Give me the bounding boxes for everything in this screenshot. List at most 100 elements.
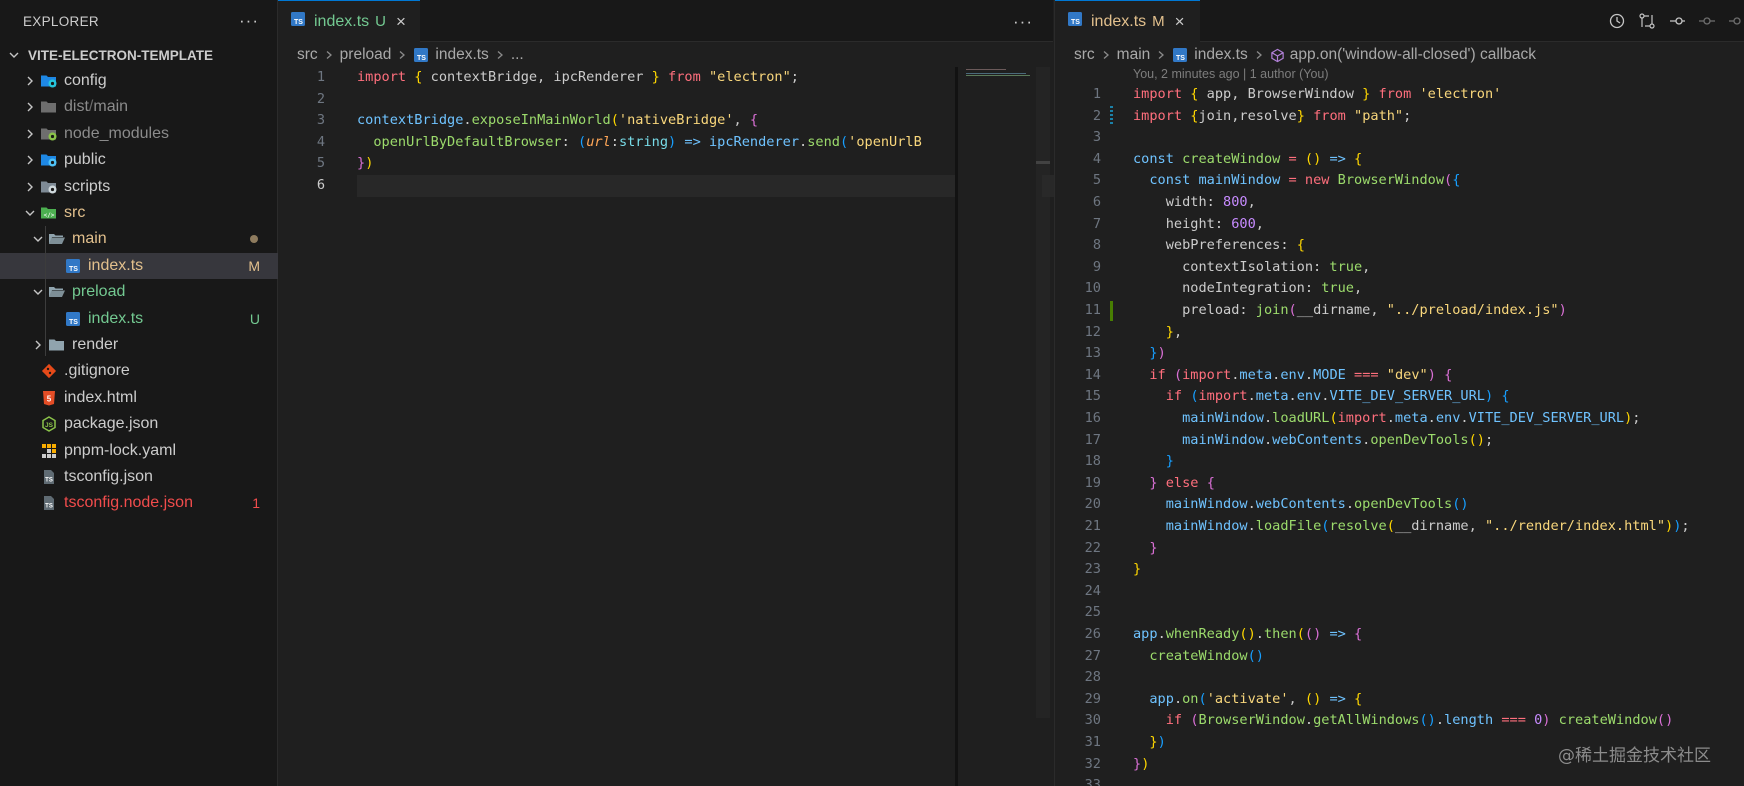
code-line[interactable]: contextBridge.exposeInMainWorld('nativeB… <box>357 110 758 132</box>
tree-item[interactable]: TS tsconfig.json <box>0 464 278 490</box>
breadcrumb-item[interactable]: src <box>1074 46 1095 64</box>
tree-item[interactable]: pnpm-lock.yaml <box>0 438 278 464</box>
editor-more-actions-icon[interactable]: ··· <box>1013 12 1033 32</box>
line-number: 5 <box>316 155 325 172</box>
code-token: __dirname, <box>1296 302 1387 318</box>
code-token: { <box>1296 237 1305 254</box>
chevron-right-icon[interactable] <box>22 101 38 113</box>
tree-item[interactable]: scripts <box>0 174 278 200</box>
tree-item[interactable]: TS index.ts U <box>0 306 278 332</box>
tree-item[interactable]: preload <box>0 279 278 305</box>
tree-item-label: node_modules <box>64 124 169 142</box>
tree-item[interactable]: public <box>0 147 278 173</box>
symbol-method-icon <box>1270 48 1285 63</box>
previous-change-icon[interactable] <box>1697 11 1717 31</box>
code-token: => <box>1329 626 1346 642</box>
code-line[interactable]: import { contextBridge, ipcRenderer } fr… <box>357 67 799 89</box>
next-change-icon[interactable] <box>1727 11 1744 31</box>
code-token: 'electron' <box>1419 86 1502 102</box>
breadcrumb-chevron-icon <box>324 48 334 63</box>
chevron-down-icon[interactable] <box>30 233 46 245</box>
code-token: ( <box>1444 172 1453 189</box>
explorer-more-actions-icon[interactable]: ··· <box>239 12 259 29</box>
code-token: () <box>1452 496 1469 513</box>
close-tab-icon[interactable]: × <box>396 12 406 32</box>
tree-item[interactable]: config <box>0 68 278 94</box>
code-token: ipcRenderer <box>708 133 800 150</box>
code-token: contextBridge, ipcRenderer <box>422 69 652 85</box>
folder-open-icon <box>48 283 66 301</box>
tree-item[interactable]: dist / main <box>0 94 278 120</box>
svg-text:TS: TS <box>1176 55 1185 62</box>
breadcrumb-item[interactable]: ... <box>511 46 524 64</box>
tree-item[interactable]: </> src <box>0 200 278 226</box>
tree-item[interactable]: node_modules <box>0 121 278 147</box>
breadcrumb-chevron-icon <box>1254 48 1264 63</box>
code-area[interactable]: import { contextBridge, ipcRenderer } fr… <box>357 67 1233 767</box>
tab-main-index-ts[interactable]: TS index.ts M × <box>1055 0 1200 42</box>
code-token: { <box>1354 690 1363 707</box>
code-line[interactable]: openUrlByDefaultBrowser: (url:string) =>… <box>357 132 921 154</box>
code-token: () <box>1468 431 1485 448</box>
chevron-down-icon[interactable] <box>30 286 46 298</box>
tree-item[interactable]: .gitignore <box>0 358 278 384</box>
breadcrumb-item[interactable]: src <box>297 46 318 64</box>
breadcrumb-item[interactable]: index.ts <box>435 46 488 64</box>
tree-item[interactable]: 5 index.html <box>0 385 278 411</box>
project-root-row[interactable]: VITE-ELECTRON-TEMPLATE <box>0 42 277 68</box>
timeline-history-icon[interactable] <box>1607 11 1627 31</box>
indent-guide <box>45 278 46 304</box>
chevron-right-icon[interactable] <box>22 181 38 193</box>
chevron-down-icon[interactable] <box>22 207 38 219</box>
tree-item[interactable]: JS package.json <box>0 411 278 437</box>
typescript-file-icon: TS <box>1067 11 1083 32</box>
code-token: () <box>1419 712 1436 729</box>
code-token: . <box>1386 410 1395 426</box>
code-token: length <box>1444 712 1494 729</box>
code-line[interactable]: }) <box>357 153 373 175</box>
breadcrumb-item[interactable]: preload <box>340 46 392 64</box>
tree-item-label: package.json <box>64 415 159 433</box>
chevron-right-icon[interactable] <box>30 339 46 351</box>
breadcrumb-item[interactable]: index.ts <box>1194 46 1247 64</box>
code-token: resolve <box>1329 518 1387 534</box>
code-token: . <box>1304 366 1314 383</box>
folder-scripts-icon <box>40 178 58 196</box>
code-token: . <box>1345 496 1354 513</box>
chevron-right-icon[interactable] <box>22 128 38 140</box>
tree-item[interactable]: TS tsconfig.node.json 1 <box>0 490 278 516</box>
code-token: send <box>807 133 840 150</box>
code-token: () <box>1304 626 1322 642</box>
line-number: 33 <box>1084 777 1101 786</box>
chevron-right-icon[interactable] <box>22 154 38 166</box>
code-token: url <box>586 133 611 150</box>
typescript-file-icon: TS <box>64 310 82 328</box>
code-token: "../preload/index.js" <box>1386 302 1559 318</box>
tree-item[interactable]: TS index.ts M <box>0 252 278 279</box>
explorer-header: EXPLORER ··· <box>0 0 277 42</box>
git-compare-icon[interactable] <box>1637 11 1657 31</box>
tree-item[interactable]: main <box>0 226 278 252</box>
code-token: === <box>1501 712 1526 729</box>
tree-item[interactable]: render <box>0 332 278 358</box>
close-tab-icon[interactable]: × <box>1175 12 1185 32</box>
svg-text:5: 5 <box>47 394 52 403</box>
typescript-file-icon: TS <box>1172 47 1188 63</box>
breadcrumb-item[interactable]: app.on('window-all-closed') callback <box>1290 46 1536 64</box>
tree-item-label: preload <box>72 283 126 301</box>
breadcrumb-item[interactable]: main <box>1117 46 1151 64</box>
editor-group-left: TS index.ts U × ··· src preload TS index.ts… <box>278 0 1233 786</box>
chevron-right-icon[interactable] <box>22 75 38 87</box>
open-changes-icon[interactable] <box>1667 11 1687 31</box>
code-token: . <box>1255 626 1264 642</box>
code-token: openUrlByDefaultBrowser <box>373 133 562 150</box>
code-token: "../render/index.html" <box>1484 518 1666 534</box>
tab-preload-index-ts[interactable]: TS index.ts U × <box>278 0 420 42</box>
